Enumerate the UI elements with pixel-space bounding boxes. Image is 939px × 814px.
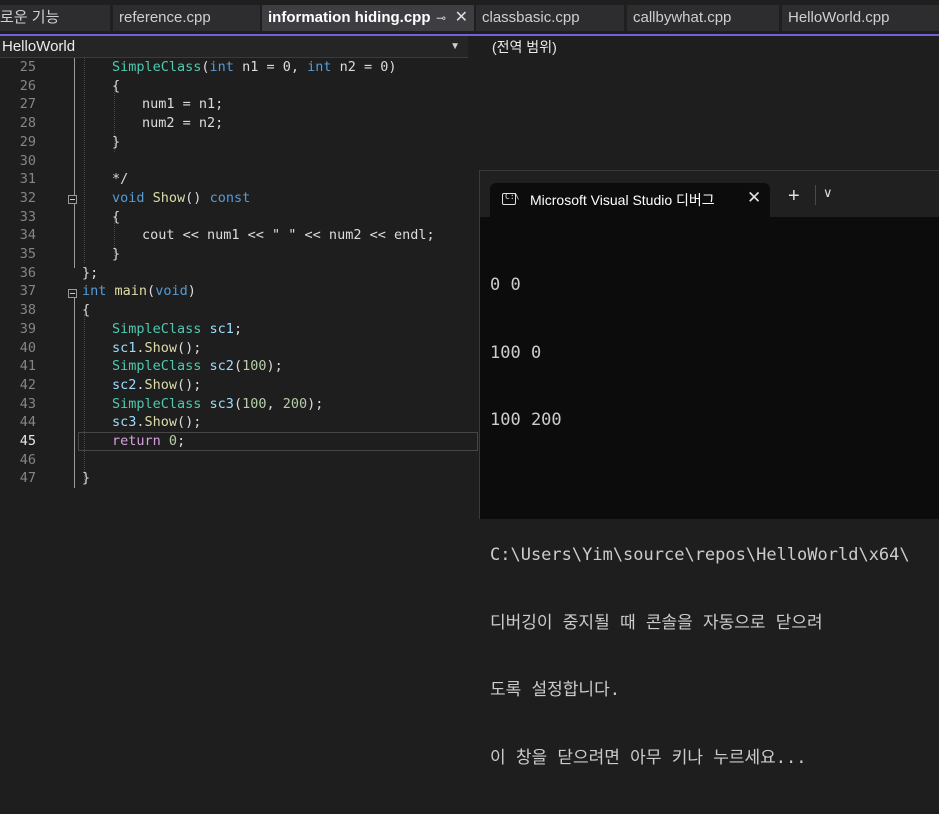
tab-label: information hiding.cpp — [268, 9, 431, 26]
code-line[interactable]: 28 num2 = n2; — [0, 114, 939, 133]
console-tab[interactable]: C:\ Microsoft Visual Studio 디버그 ✕ — [490, 183, 770, 217]
line-number: 37 — [19, 283, 36, 300]
navigation-bar: HelloWorld ▼ (전역 범위) — [0, 36, 939, 58]
console-line: 0 0 — [490, 275, 521, 295]
code-text: return 0; — [112, 433, 186, 449]
line-number: 28 — [19, 115, 36, 132]
console-title: Microsoft Visual Studio 디버그 — [530, 192, 715, 208]
code-text: } — [112, 133, 121, 150]
tab-reference-cpp[interactable]: reference.cpp — [113, 5, 260, 31]
close-icon[interactable]: ✕ — [747, 188, 761, 208]
project-dropdown[interactable]: HelloWorld ▼ — [0, 36, 468, 58]
code-text: sc2.Show(); — [112, 376, 202, 393]
tab-new-features[interactable]: 로운 기능 — [0, 5, 110, 31]
console-line: 이 창을 닫으려면 아무 키나 누르세요... — [490, 747, 807, 768]
line-number: 39 — [19, 320, 36, 337]
tab-label: 로운 기능 — [0, 9, 60, 26]
code-text: void Show() const — [112, 189, 251, 206]
editor-tab-bar: 로운 기능 reference.cpp information hiding.c… — [0, 0, 939, 36]
line-number: 41 — [19, 358, 36, 375]
close-icon[interactable]: ✕ — [455, 5, 468, 31]
line-number: 29 — [19, 133, 36, 150]
line-number: 26 — [19, 77, 36, 94]
code-line[interactable]: 25 SimpleClass(int n1 = 0, int n2 = 0) — [0, 58, 939, 77]
tab-information-hiding-cpp[interactable]: information hiding.cpp ⊸ ✕ — [262, 5, 474, 31]
console-line: 100 200 — [490, 410, 562, 430]
line-number: 46 — [19, 451, 36, 468]
chevron-down-icon[interactable]: ▼ — [450, 36, 460, 58]
terminal-icon: C:\ — [502, 192, 519, 205]
line-number: 30 — [19, 152, 36, 169]
console-line: 100 0 — [490, 342, 542, 363]
line-number: 45 — [19, 433, 36, 449]
tab-helloworld-cpp[interactable]: HelloWorld.cpp — [782, 5, 939, 31]
code-text: SimpleClass sc1; — [112, 320, 243, 337]
code-text: sc3.Show(); — [112, 414, 202, 431]
tab-label: classbasic.cpp — [482, 9, 580, 26]
line-number: 27 — [19, 96, 36, 113]
code-text: { — [82, 302, 91, 319]
line-number: 25 — [19, 59, 36, 75]
code-text: } — [82, 470, 91, 487]
tab-label: callbywhat.cpp — [633, 9, 732, 26]
code-text: num1 = n1; — [142, 96, 224, 113]
divider — [815, 185, 816, 205]
pin-icon[interactable]: ⊸ — [436, 5, 446, 31]
debug-console-window[interactable]: C:\ Microsoft Visual Studio 디버그 ✕ + ∨ 0 … — [479, 170, 939, 768]
chevron-down-icon[interactable]: ∨ — [823, 185, 833, 201]
line-number: 38 — [19, 302, 36, 319]
code-text: cout << num1 << " " << num2 << endl; — [142, 227, 435, 244]
console-line: 디버깅이 중지될 때 콘솔을 자동으로 닫으려 — [490, 612, 823, 633]
code-text: { — [112, 208, 121, 225]
code-line[interactable]: 29} — [0, 133, 939, 152]
console-output: 0 0 100 0 100 200 C:\Users\Yim\source\re… — [490, 229, 910, 814]
code-text: */ — [112, 171, 129, 188]
new-tab-button[interactable]: + — [788, 185, 800, 208]
line-number: 33 — [19, 208, 36, 225]
code-line[interactable]: 26 { — [0, 77, 939, 96]
code-text: } — [112, 246, 121, 262]
console-line: C:\Users\Yim\source\repos\HelloWorld\x64… — [490, 545, 910, 565]
line-number: 31 — [19, 171, 36, 188]
line-number: 35 — [19, 246, 36, 262]
scope-label: (전역 범위) — [492, 39, 557, 55]
code-text: num2 = n2; — [142, 115, 224, 132]
code-text: SimpleClass sc3(100, 200); — [112, 395, 324, 412]
tab-classbasic-cpp[interactable]: classbasic.cpp — [476, 5, 624, 31]
tab-label: reference.cpp — [119, 9, 211, 26]
line-number: 40 — [19, 339, 36, 356]
line-number: 36 — [19, 264, 36, 281]
line-number: 32 — [19, 189, 36, 206]
line-number: 42 — [19, 376, 36, 393]
code-text: int main(void) — [82, 283, 196, 300]
line-number: 34 — [19, 227, 36, 244]
tab-callbywhat-cpp[interactable]: callbywhat.cpp — [627, 5, 779, 31]
scope-dropdown[interactable]: (전역 범위) — [470, 36, 939, 58]
tab-label: HelloWorld.cpp — [788, 9, 890, 26]
line-number: 47 — [19, 470, 36, 487]
code-line[interactable]: 27 num1 = n1; — [0, 95, 939, 114]
code-text: SimpleClass sc2(100); — [112, 358, 283, 375]
code-line[interactable]: 30 — [0, 152, 939, 171]
code-text: { — [112, 77, 121, 94]
line-number: 44 — [19, 414, 36, 431]
code-text: sc1.Show(); — [112, 339, 202, 356]
console-titlebar: C:\ Microsoft Visual Studio 디버그 ✕ + ∨ — [480, 171, 939, 217]
code-text: SimpleClass(int n1 = 0, int n2 = 0) — [112, 59, 397, 75]
project-name: HelloWorld — [2, 38, 76, 55]
line-number: 43 — [19, 395, 36, 412]
code-text: }; — [82, 264, 99, 281]
console-line: 도록 설정합니다. — [490, 680, 620, 700]
